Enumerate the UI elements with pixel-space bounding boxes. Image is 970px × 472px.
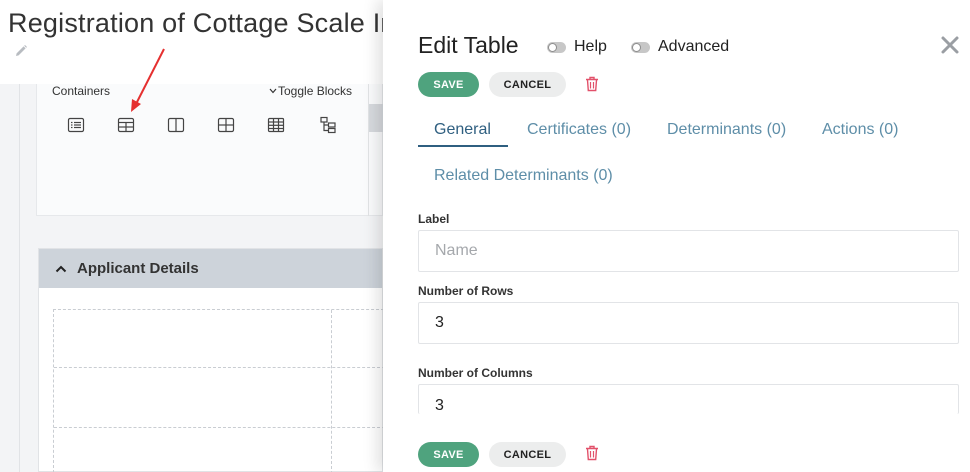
- toggle-blocks-button[interactable]: Toggle Blocks: [269, 84, 352, 98]
- red-annotation-arrow-icon: [131, 48, 165, 112]
- palette-side-tab[interactable]: [369, 104, 384, 132]
- toggle-switch-icon: [631, 41, 650, 53]
- tab-actions[interactable]: Actions (0): [822, 121, 898, 139]
- section-title: Applicant Details: [77, 260, 199, 277]
- pencil-icon[interactable]: [14, 44, 28, 58]
- columns-icon[interactable]: [167, 116, 185, 134]
- table-grid[interactable]: [53, 309, 385, 472]
- containers-label: Containers: [52, 84, 111, 98]
- tab-related-determinants[interactable]: Related Determinants (0): [434, 167, 613, 185]
- columns-input[interactable]: 3: [418, 384, 959, 414]
- help-toggle[interactable]: Help: [547, 38, 607, 56]
- active-tab-indicator: [418, 145, 508, 147]
- grid-row-divider: [54, 427, 385, 428]
- panel-title: Edit Table: [418, 32, 519, 58]
- bottom-cancel-button[interactable]: CANCEL: [489, 442, 566, 467]
- help-label: Help: [574, 38, 607, 55]
- trash-icon[interactable]: [585, 76, 599, 92]
- list-icon[interactable]: [67, 116, 85, 134]
- tab-general[interactable]: General: [434, 121, 491, 139]
- tab-determinants[interactable]: Determinants (0): [667, 121, 786, 139]
- chevron-up-icon: [55, 265, 67, 272]
- section-header[interactable]: Applicant Details: [39, 249, 382, 288]
- advanced-toggle[interactable]: Advanced: [631, 38, 729, 56]
- table-large-icon[interactable]: [267, 116, 285, 134]
- save-button[interactable]: SAVE: [418, 72, 479, 97]
- columns-field-label: Number of Columns: [418, 366, 533, 380]
- edit-table-panel: Edit Table Help Advanced SAVE CANCEL Gen…: [383, 0, 970, 472]
- rows-input[interactable]: 3: [418, 302, 959, 344]
- table-icon[interactable]: [117, 116, 135, 134]
- label-field-label: Label: [418, 212, 450, 226]
- label-input[interactable]: [418, 230, 959, 272]
- advanced-label: Advanced: [658, 38, 730, 55]
- chevron-down-icon: [269, 88, 277, 94]
- grid-column-divider: [331, 310, 332, 472]
- cancel-button[interactable]: CANCEL: [489, 72, 566, 97]
- toggle-switch-icon: [547, 41, 566, 53]
- rows-field-label: Number of Rows: [418, 284, 514, 298]
- grid-icon[interactable]: [217, 116, 235, 134]
- left-rail: [0, 84, 20, 472]
- tree-icon[interactable]: [319, 116, 337, 134]
- toggle-blocks-label: Toggle Blocks: [278, 84, 353, 98]
- tab-certificates[interactable]: Certificates (0): [527, 121, 631, 139]
- bottom-save-button[interactable]: SAVE: [418, 442, 479, 467]
- applicant-details-section: Applicant Details: [38, 248, 385, 472]
- containers-palette: Containers Toggle Blocks: [36, 84, 384, 216]
- trash-icon[interactable]: [585, 445, 599, 461]
- grid-row-divider: [54, 367, 385, 368]
- page-title: Registration of Cottage Scale In: [8, 8, 396, 38]
- close-icon[interactable]: [940, 35, 960, 55]
